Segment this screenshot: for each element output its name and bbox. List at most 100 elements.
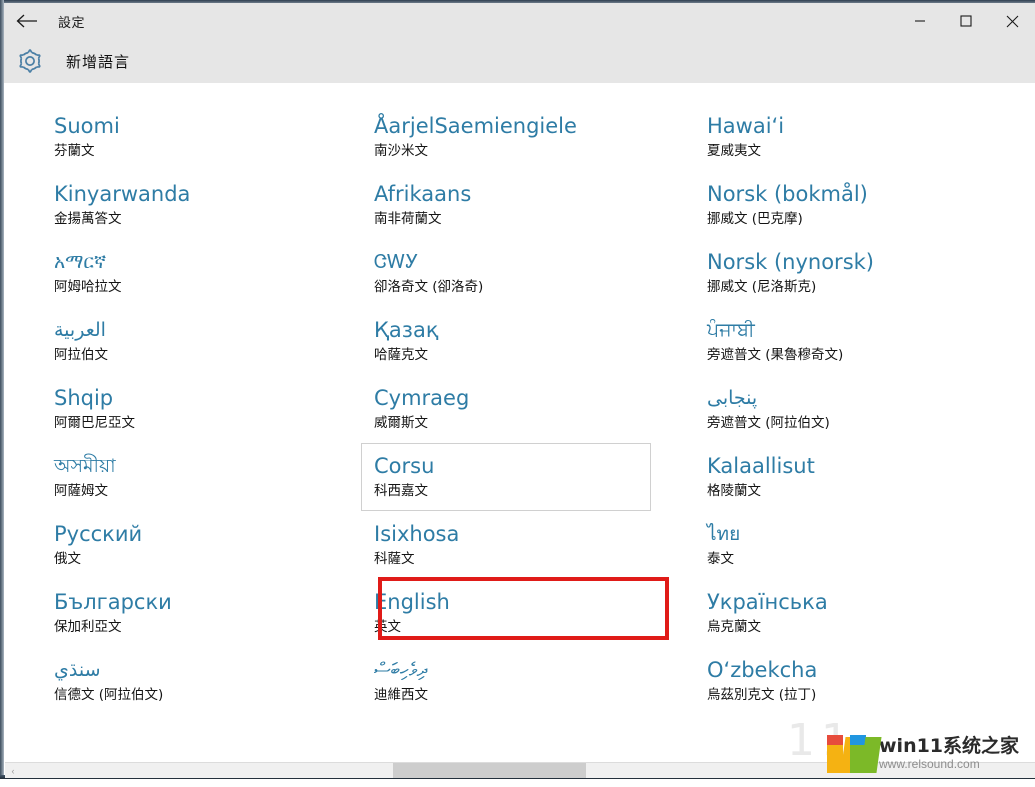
language-native-name: Български: [54, 590, 172, 614]
language-local-name: 哈薩克文: [374, 347, 428, 363]
language-item[interactable]: አማርኛ 阿姆哈拉文: [41, 239, 353, 307]
language-native-name: Suomi: [54, 114, 120, 138]
language-local-name: 阿爾巴尼亞文: [54, 415, 135, 431]
language-item[interactable]: O‘zbekcha 烏茲別克文 (拉丁): [694, 647, 1035, 715]
language-native-name: ދިވެހިބަސް: [374, 659, 428, 681]
language-column-2: ÅarjelSaemiengiele 南沙米文 Afrikaans 南非荷蘭文 …: [353, 83, 693, 715]
language-native-name: سنڌي: [54, 659, 101, 681]
language-native-name: پنجابی: [707, 387, 758, 409]
language-item[interactable]: ÅarjelSaemiengiele 南沙米文: [361, 103, 693, 171]
language-local-name: 旁遮普文 (阿拉伯文): [707, 415, 830, 431]
language-item-english[interactable]: English 英文: [361, 579, 651, 647]
language-item[interactable]: ไทย 泰文: [694, 511, 1035, 579]
language-item[interactable]: অসমীয়া 阿薩姆文: [41, 443, 353, 511]
language-local-name: 旁遮普文 (果魯穆奇文): [707, 347, 844, 363]
language-local-name: 烏克蘭文: [707, 619, 761, 635]
language-item[interactable]: ᏣᎳᎩ 卻洛奇文 (卻洛奇): [361, 239, 693, 307]
minimize-button[interactable]: [897, 3, 943, 39]
language-native-name: অসমীয়া: [54, 455, 116, 477]
language-local-name: 阿薩姆文: [54, 483, 108, 499]
language-native-name: ਪੰਜਾਬੀ: [707, 319, 755, 341]
language-local-name: 迪維西文: [374, 687, 428, 703]
language-item[interactable]: Isixhosa 科薩文: [361, 511, 693, 579]
language-local-name: 南沙米文: [374, 143, 428, 159]
language-local-name: 科薩文: [374, 551, 415, 567]
language-item[interactable]: Shqip 阿爾巴尼亞文: [41, 375, 353, 443]
language-item[interactable]: Kinyarwanda 金揚萬答文: [41, 171, 353, 239]
language-native-name: English: [374, 590, 450, 614]
language-local-name: 挪威文 (尼洛斯克): [707, 279, 817, 295]
back-button[interactable]: [4, 3, 50, 39]
language-local-name: 卻洛奇文 (卻洛奇): [374, 279, 484, 295]
language-item[interactable]: Suomi 芬蘭文: [41, 103, 353, 171]
horizontal-scrollbar[interactable]: ‹: [5, 762, 1035, 778]
back-arrow-icon: [16, 14, 37, 28]
language-item[interactable]: سنڌي 信德文 (阿拉伯文): [41, 647, 353, 715]
minimize-icon: [915, 20, 925, 22]
language-native-name: Қазақ: [374, 318, 439, 342]
language-native-name: ÅarjelSaemiengiele: [374, 114, 577, 138]
language-native-name: Українська: [707, 590, 828, 614]
language-native-name: Русский: [54, 522, 143, 546]
desktop-background: [0, 779, 1035, 787]
language-item[interactable]: Kalaallisut 格陵蘭文: [694, 443, 1035, 511]
maximize-icon: [960, 15, 972, 27]
language-local-name: 南非荷蘭文: [374, 211, 442, 227]
language-local-name: 金揚萬答文: [54, 211, 122, 227]
language-item[interactable]: Cymraeg 威爾斯文: [361, 375, 693, 443]
language-native-name: العربية: [54, 319, 106, 341]
gear-icon: [16, 47, 44, 75]
language-local-name: 阿姆哈拉文: [54, 279, 122, 295]
scrollbar-thumb[interactable]: [393, 763, 586, 778]
language-native-name: Afrikaans: [374, 182, 472, 206]
language-item[interactable]: پنجابی 旁遮普文 (阿拉伯文): [694, 375, 1035, 443]
language-local-name: 格陵蘭文: [707, 483, 761, 499]
language-item[interactable]: Українська 烏克蘭文: [694, 579, 1035, 647]
language-item[interactable]: Afrikaans 南非荷蘭文: [361, 171, 693, 239]
language-local-name: 信德文 (阿拉伯文): [54, 687, 164, 703]
language-item-corsu[interactable]: Corsu 科西嘉文: [361, 443, 651, 511]
language-native-name: Corsu: [374, 454, 435, 478]
language-list-panel: Suomi 芬蘭文 Kinyarwanda 金揚萬答文 አማርኛ 阿姆哈拉文 ا…: [5, 83, 1035, 762]
language-column-3: Hawai‘i 夏威夷文 Norsk (bokmål) 挪威文 (巴克摩) No…: [693, 83, 1035, 715]
language-local-name: 阿拉伯文: [54, 347, 108, 363]
language-local-name: 俄文: [54, 551, 81, 567]
page-title: 新增語言: [66, 52, 131, 71]
close-icon: [1006, 15, 1018, 27]
language-native-name: ᏣᎳᎩ: [374, 251, 419, 273]
window-border-left: [0, 0, 4, 775]
language-item[interactable]: ދިވެހިބަސް 迪維西文: [361, 647, 693, 715]
language-native-name: ไทย: [707, 523, 741, 545]
language-item[interactable]: Русский 俄文: [41, 511, 353, 579]
language-native-name: አማርኛ: [54, 251, 107, 273]
scroll-left-arrow-icon[interactable]: ‹: [7, 765, 19, 777]
language-item[interactable]: Hawai‘i 夏威夷文: [694, 103, 1035, 171]
language-item[interactable]: Български 保加利亞文: [41, 579, 353, 647]
language-native-name: Norsk (nynorsk): [707, 250, 874, 274]
language-local-name: 科西嘉文: [374, 483, 428, 499]
window-title: 設定: [58, 15, 86, 31]
language-local-name: 夏威夷文: [707, 143, 761, 159]
language-item[interactable]: Norsk (bokmål) 挪威文 (巴克摩): [694, 171, 1035, 239]
language-column-1: Suomi 芬蘭文 Kinyarwanda 金揚萬答文 አማርኛ 阿姆哈拉文 ا…: [5, 83, 353, 715]
window-controls: [897, 3, 1035, 39]
language-columns: Suomi 芬蘭文 Kinyarwanda 金揚萬答文 አማርኛ 阿姆哈拉文 ا…: [5, 83, 1035, 715]
settings-window: 設定 新增語言 Suomi 芬蘭文 Kinyarwanda 金揚萬答文 አማርኛ…: [0, 0, 1035, 787]
title-bar: 設定: [4, 3, 1035, 39]
language-local-name: 威爾斯文: [374, 415, 428, 431]
language-item[interactable]: العربية 阿拉伯文: [41, 307, 353, 375]
language-native-name: Kinyarwanda: [54, 182, 191, 206]
language-item[interactable]: Қазақ 哈薩克文: [361, 307, 693, 375]
close-button[interactable]: [989, 3, 1035, 39]
language-local-name: 英文: [374, 619, 401, 635]
language-local-name: 泰文: [707, 551, 734, 567]
language-local-name: 芬蘭文: [54, 143, 95, 159]
language-item[interactable]: Norsk (nynorsk) 挪威文 (尼洛斯克): [694, 239, 1035, 307]
language-item[interactable]: ਪੰਜਾਬੀ 旁遮普文 (果魯穆奇文): [694, 307, 1035, 375]
page-header: 新增語言: [4, 39, 1035, 83]
language-native-name: Shqip: [54, 386, 114, 410]
maximize-button[interactable]: [943, 3, 989, 39]
language-native-name: Kalaallisut: [707, 454, 815, 478]
language-native-name: Cymraeg: [374, 386, 470, 410]
language-native-name: O‘zbekcha: [707, 658, 818, 682]
